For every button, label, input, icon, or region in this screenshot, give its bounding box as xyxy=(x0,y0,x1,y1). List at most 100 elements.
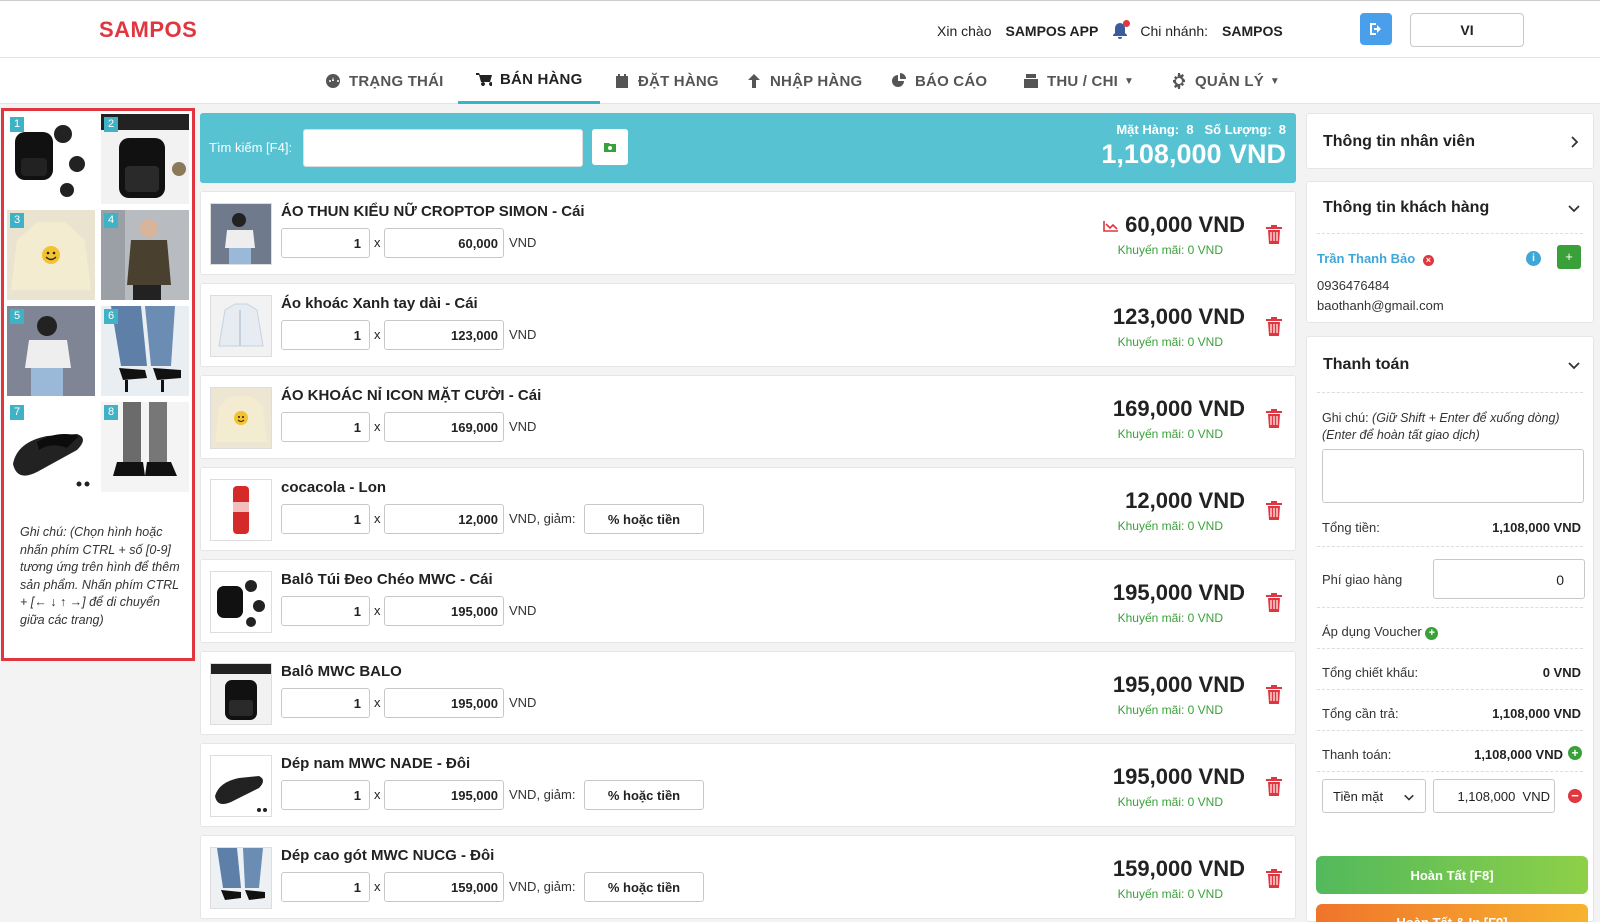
price-input[interactable]: 159,000 xyxy=(384,872,504,902)
product-name: Balô MWC BALO xyxy=(281,663,402,680)
cart-row: cocacola - Lon 1 x 12,000 VND, giảm: % h… xyxy=(200,467,1296,551)
trash-icon[interactable] xyxy=(1265,776,1283,796)
nav-ban-hang[interactable]: BÁN HÀNG xyxy=(458,58,601,104)
payment-note-input[interactable] xyxy=(1322,449,1584,503)
quick-product-thumb[interactable]: 3 xyxy=(7,210,95,300)
cash-register-icon xyxy=(1024,74,1038,88)
product-image xyxy=(210,295,272,357)
plus-icon[interactable]: + xyxy=(1425,627,1439,640)
currency-unit: VND, giảm: xyxy=(509,879,576,894)
discount-input[interactable]: % hoặc tiền xyxy=(584,872,704,902)
trash-icon[interactable] xyxy=(1265,868,1283,888)
quantity-input[interactable]: 1 xyxy=(281,320,370,350)
remove-payment-icon[interactable]: − xyxy=(1568,789,1582,803)
line-total: 159,000 VND xyxy=(1112,856,1245,881)
currency-unit: VND xyxy=(509,235,537,250)
dashboard-icon xyxy=(326,74,340,88)
language-button[interactable]: VI xyxy=(1410,13,1524,47)
payment-method-select[interactable]: Tiền mặt xyxy=(1322,779,1426,813)
voucher-link[interactable]: Áp dụng Voucher + xyxy=(1322,624,1439,640)
nav-trang-thai[interactable]: TRẠNG THÁI xyxy=(325,58,444,104)
complete-print-button[interactable]: Hoàn Tất & In [F9] xyxy=(1316,904,1588,922)
quick-product-thumb[interactable]: 6 xyxy=(101,306,189,396)
quick-product-thumb[interactable]: 4 xyxy=(101,210,189,300)
quantity-input[interactable]: 1 xyxy=(281,228,370,258)
price-input[interactable]: 169,000 xyxy=(384,412,504,442)
discount-input[interactable]: % hoặc tiền xyxy=(584,504,704,534)
trash-icon[interactable] xyxy=(1265,224,1283,244)
payment-amount-input[interactable]: 1,108,000 VND xyxy=(1433,779,1555,813)
quantity-input[interactable]: 1 xyxy=(281,688,370,718)
logo: SAMPOS xyxy=(99,17,198,42)
line-total: 123,000 VND xyxy=(1112,304,1245,329)
add-customer-icon[interactable]: + xyxy=(1557,245,1581,269)
trash-icon[interactable] xyxy=(1265,684,1283,704)
complete-button[interactable]: Hoàn Tất [F8] xyxy=(1316,856,1588,894)
quantity-input[interactable]: 1 xyxy=(281,780,370,810)
product-image xyxy=(210,663,272,725)
trash-icon[interactable] xyxy=(1265,316,1283,336)
payment-note-label: Ghi chú: (Giữ Shift + Enter để xuống dòn… xyxy=(1322,411,1560,442)
customer-name[interactable]: Trần Thanh Bảo × xyxy=(1317,251,1434,266)
promo-text: Khuyến mãi: 0 VND xyxy=(1117,887,1223,901)
logout-button[interactable] xyxy=(1360,13,1392,45)
trash-icon[interactable] xyxy=(1265,408,1283,428)
price-input[interactable]: 12,000 xyxy=(384,504,504,534)
quantity-input[interactable]: 1 xyxy=(281,412,370,442)
search-icon xyxy=(604,143,616,152)
quick-product-thumb[interactable]: 8 xyxy=(101,402,189,492)
search-bar: Tìm kiếm [F4]: Mặt Hàng: 8 Số Lượng: 8 1… xyxy=(200,113,1296,183)
line-total: 195,000 VND xyxy=(1112,764,1245,789)
nav-bao-cao[interactable]: BÁO CÁO xyxy=(891,58,987,104)
nav-nhap-hang[interactable]: NHẬP HÀNG xyxy=(746,58,862,104)
info-icon[interactable]: i xyxy=(1526,251,1541,266)
main-nav: TRẠNG THÁI BÁN HÀNG ĐẶT HÀNG NHẬP HÀNG B… xyxy=(0,58,1600,104)
discount-total-value: 0 VND xyxy=(1542,665,1581,680)
product-image xyxy=(210,571,272,633)
price-input[interactable]: 195,000 xyxy=(384,596,504,626)
nav-dat-hang[interactable]: ĐẶT HÀNG xyxy=(614,58,719,104)
chevron-down-icon[interactable] xyxy=(1567,358,1581,372)
price-input[interactable]: 195,000 xyxy=(384,780,504,810)
quantity-input[interactable]: 1 xyxy=(281,504,370,534)
chevron-down-icon[interactable] xyxy=(1567,201,1581,215)
price-input[interactable]: 195,000 xyxy=(384,688,504,718)
add-payment-icon[interactable]: + xyxy=(1568,746,1582,760)
shipping-input[interactable]: 0 xyxy=(1433,559,1585,599)
currency-unit: VND xyxy=(509,695,537,710)
quantity-input[interactable]: 1 xyxy=(281,596,370,626)
remove-customer-icon[interactable]: × xyxy=(1422,255,1434,266)
bell-icon[interactable] xyxy=(1112,20,1131,40)
currency-unit: VND xyxy=(509,603,537,618)
chevron-right-icon xyxy=(1571,136,1579,148)
staff-info-card[interactable]: Thông tin nhân viên xyxy=(1306,113,1594,169)
quick-product-thumb[interactable]: 2 xyxy=(101,114,189,204)
search-button[interactable] xyxy=(592,129,628,165)
search-input[interactable] xyxy=(303,129,583,167)
trash-icon[interactable] xyxy=(1265,592,1283,612)
promo-text: Khuyến mãi: 0 VND xyxy=(1117,795,1223,809)
quick-product-thumb[interactable]: 5 xyxy=(7,306,95,396)
price-input[interactable]: 60,000 xyxy=(384,228,504,258)
currency-unit: VND xyxy=(509,327,537,342)
quick-product-thumb[interactable]: 7 xyxy=(7,402,95,492)
currency-unit: VND xyxy=(509,419,537,434)
product-name: Dép nam MWC NADE - Đôi xyxy=(281,755,471,772)
nav-quan-ly[interactable]: QUẢN LÝ ▼ xyxy=(1171,58,1280,104)
logout-icon xyxy=(1370,23,1381,35)
discount-input[interactable]: % hoặc tiền xyxy=(584,780,704,810)
amount-due-value: 1,108,000 VND xyxy=(1492,706,1581,721)
quick-product-thumb[interactable]: 1 xyxy=(7,114,95,204)
trash-icon[interactable] xyxy=(1265,500,1283,520)
branch-label: Chi nhánh: xyxy=(1140,23,1209,39)
chevron-down-icon: ▼ xyxy=(1269,75,1281,87)
greeting-text: Xin chào xyxy=(937,23,992,39)
product-image xyxy=(210,387,272,449)
product-image xyxy=(210,203,272,265)
product-image xyxy=(210,847,272,909)
customer-phone: 0936476484 xyxy=(1317,278,1390,293)
quantity-input[interactable]: 1 xyxy=(281,872,370,902)
price-input[interactable]: 123,000 xyxy=(384,320,504,350)
multiply-sign: x xyxy=(374,603,381,618)
nav-thu-chi[interactable]: THU / CHI ▼ xyxy=(1023,58,1134,104)
